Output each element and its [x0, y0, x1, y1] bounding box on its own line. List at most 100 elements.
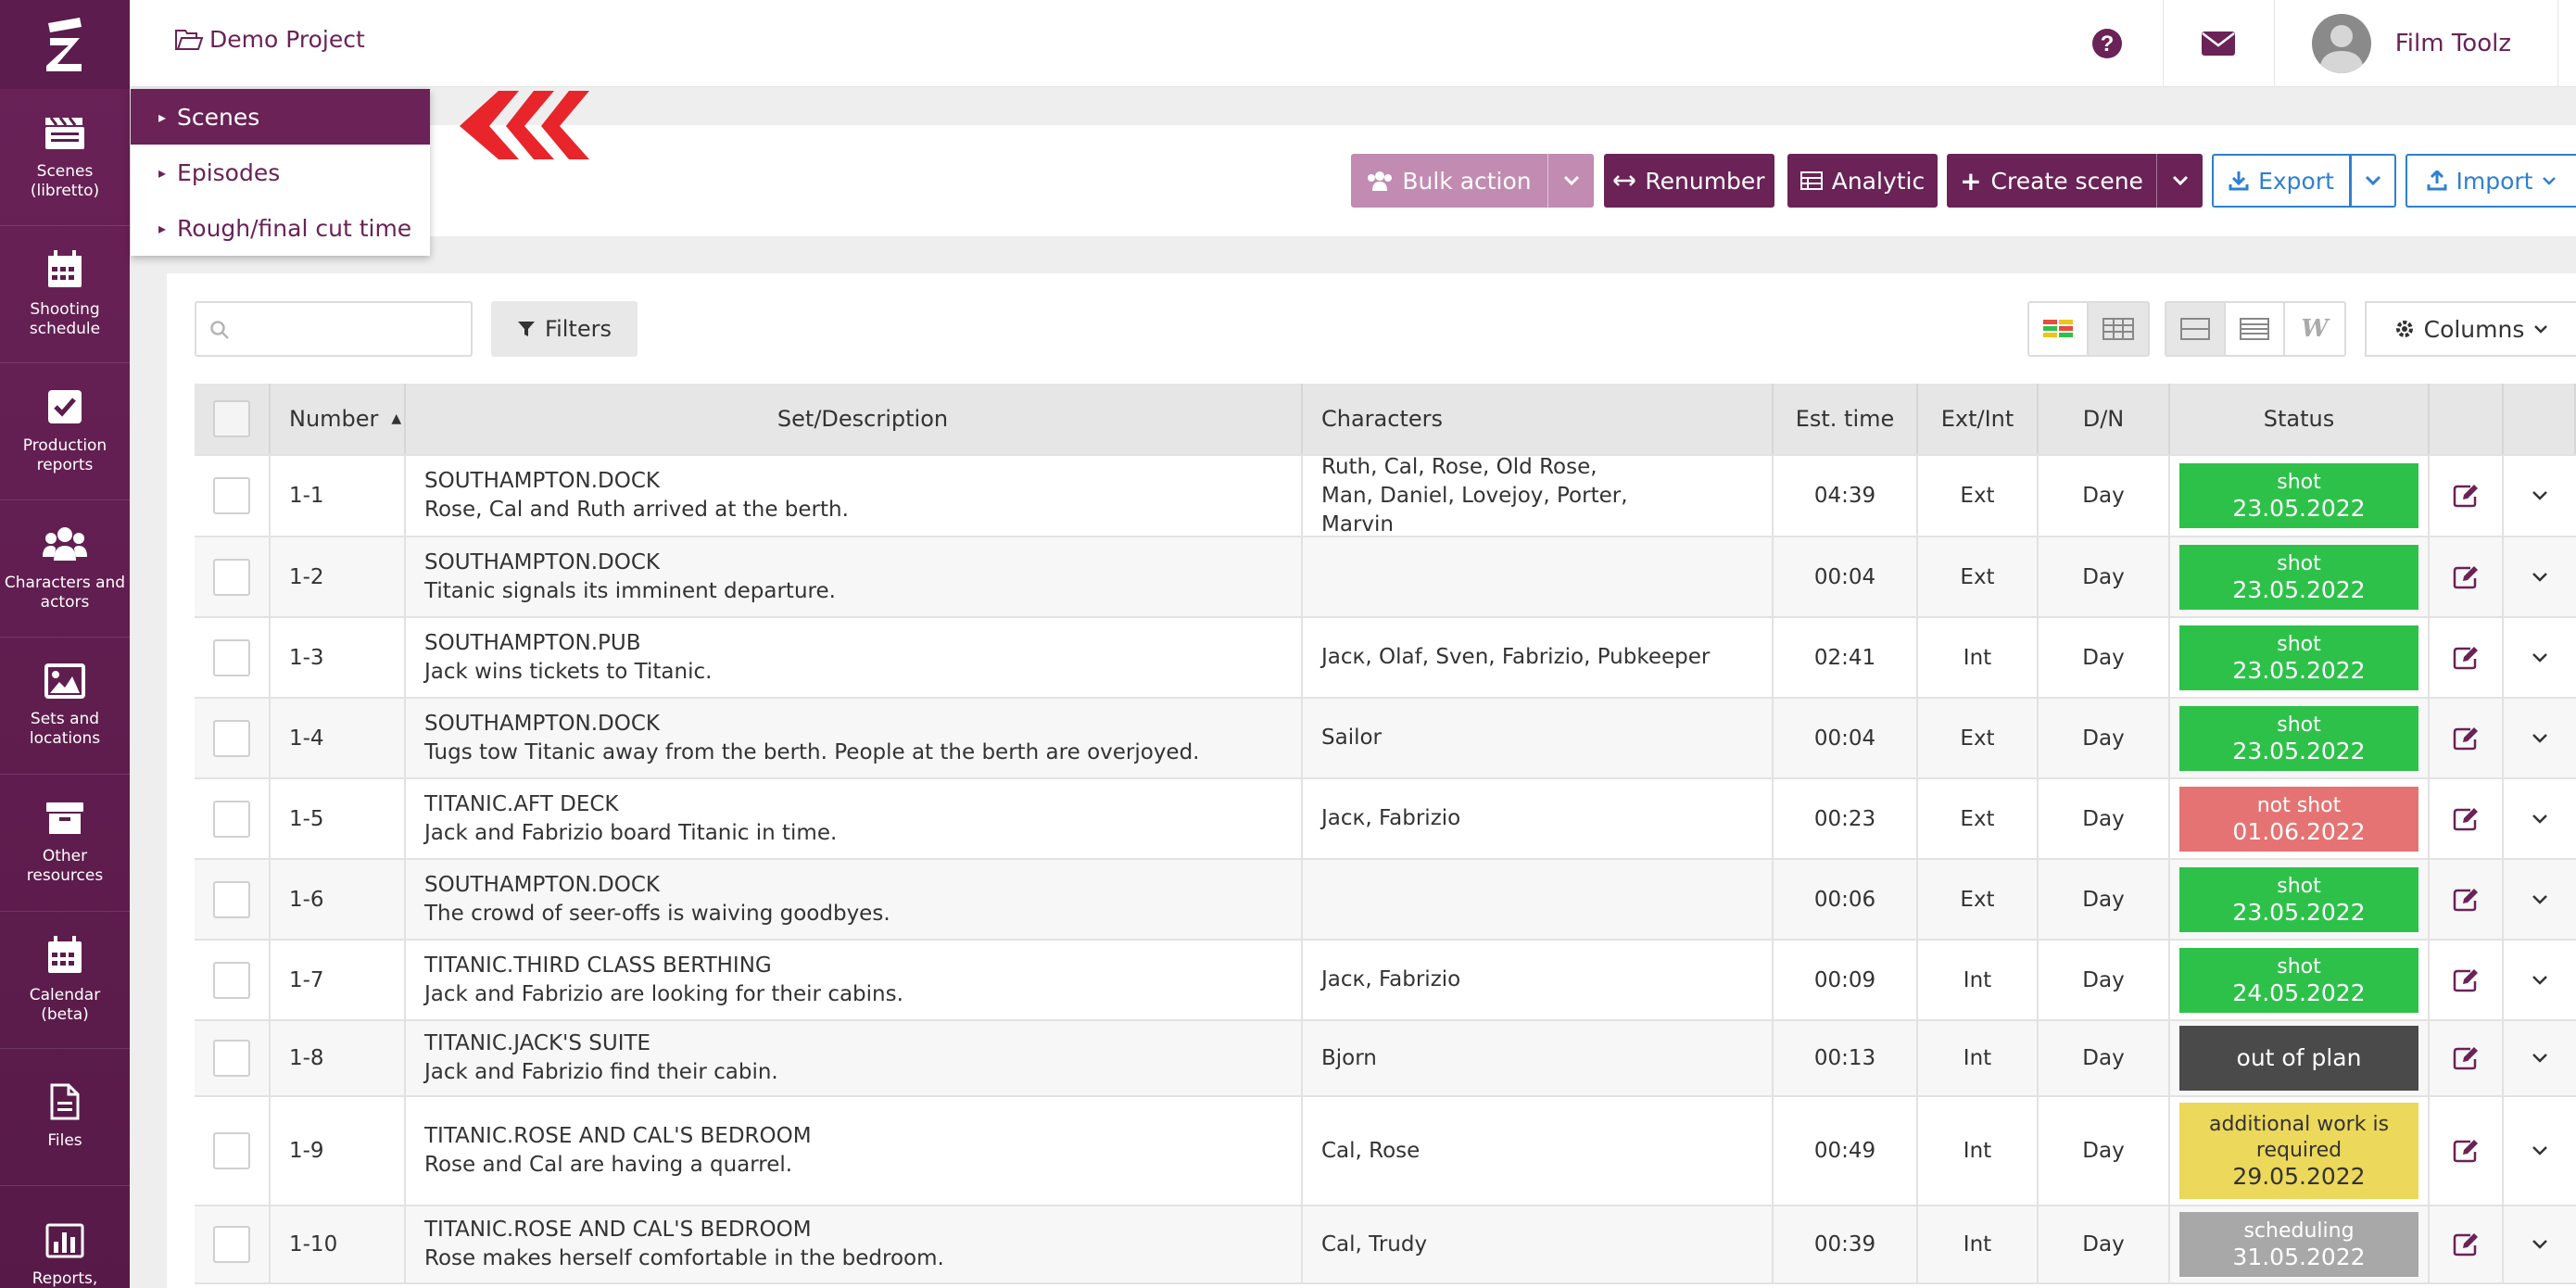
menu-item-rough-final-cut[interactable]: ▸ Rough/final cut time [131, 200, 430, 256]
sidebar-item-production-reports[interactable]: Production reports [0, 363, 130, 500]
table-row[interactable]: 1-7 TITANIC.THIRD CLASS BERTHING Jack and … [195, 941, 2576, 1021]
scene-ext-int: Int [1918, 1206, 2039, 1282]
table-row[interactable]: 1-1 SOUTHAMPTON.DOCK Rose, Cal and Ruth ar… [195, 455, 2576, 537]
scene-day-night: Day [2039, 456, 2170, 536]
table-row[interactable]: 1-9 TITANIC.ROSE AND CAL'S BEDROOM Rose an… [195, 1097, 2576, 1206]
edit-icon[interactable] [2452, 726, 2480, 751]
row-checkbox[interactable] [213, 558, 250, 596]
edit-icon[interactable] [2452, 1232, 2480, 1256]
columns-button[interactable]: Columns [2365, 301, 2576, 357]
edit-icon[interactable] [2452, 484, 2480, 508]
sidebar-item-calendar[interactable]: Calendar (beta) [0, 912, 130, 1049]
chevron-down-icon[interactable] [2532, 733, 2548, 744]
help-button[interactable]: ? [2052, 0, 2163, 87]
clapperboard-icon [45, 116, 84, 149]
table-row[interactable]: 1-8 TITANIC.JACK'S SUITE Jack and Fabrizio… [195, 1021, 2576, 1097]
chevron-down-icon[interactable] [2532, 490, 2548, 501]
renumber-button[interactable]: Renumber [1604, 154, 1774, 208]
chevron-down-icon[interactable] [2532, 894, 2548, 905]
row-checkbox[interactable] [213, 719, 250, 757]
row-checkbox[interactable] [213, 477, 250, 514]
header-number[interactable]: Number ▲ [271, 384, 406, 454]
menu-item-scenes[interactable]: ▸ Scenes [131, 89, 430, 145]
sidebar-item-characters[interactable]: Characters and actors [0, 500, 130, 638]
search-input[interactable] [195, 301, 473, 357]
status-badge[interactable]: shot 23.05.2022 [2179, 705, 2418, 771]
export-button[interactable]: Export [2212, 154, 2351, 208]
filters-button[interactable]: Filters [491, 301, 638, 357]
chevron-down-icon[interactable] [2532, 652, 2548, 663]
edit-icon[interactable] [2452, 1046, 2480, 1070]
edit-icon[interactable] [2452, 888, 2480, 912]
compact-rows-button[interactable] [2226, 303, 2285, 355]
sidebar-item-shooting-schedule[interactable]: Shooting schedule [0, 226, 130, 363]
table-row[interactable]: 1-6 SOUTHAMPTON.DOCK The crowd of seer-off… [195, 860, 2576, 941]
edit-icon[interactable] [2452, 646, 2480, 670]
project-selector[interactable]: Demo Project [174, 26, 365, 53]
chevron-down-icon[interactable] [2532, 1053, 2548, 1064]
table-row[interactable]: 1-4 SOUTHAMPTON.DOCK Tugs tow Titanic away… [195, 699, 2576, 779]
wrap-text-button[interactable]: W [2285, 303, 2344, 355]
status-badge[interactable]: not shot 01.06.2022 [2179, 786, 2418, 852]
header-characters[interactable]: Characters [1303, 384, 1774, 454]
table-row[interactable]: 1-2 SOUTHAMPTON.DOCK Titanic signals its i… [195, 537, 2576, 618]
status-badge[interactable]: shot 23.05.2022 [2179, 866, 2418, 932]
edit-icon[interactable] [2452, 807, 2480, 831]
header-time[interactable]: Est. time [1774, 384, 1918, 454]
menu-item-episodes[interactable]: ▸ Episodes [131, 145, 430, 200]
sidebar-item-sets[interactable]: Sets and locations [0, 638, 130, 775]
import-button[interactable]: Import [2406, 154, 2576, 208]
sidebar-item-other-resources[interactable]: Other resources [0, 775, 130, 912]
messages-button[interactable] [2162, 0, 2274, 87]
status-badge[interactable]: out of plan [2179, 1026, 2418, 1091]
bulk-action-button[interactable]: Bulk action [1351, 154, 1547, 208]
status-badge[interactable]: shot 23.05.2022 [2179, 625, 2418, 690]
color-grid-view-button[interactable] [2029, 303, 2089, 355]
status-badge[interactable]: shot 24.05.2022 [2179, 947, 2418, 1013]
app-logo[interactable] [0, 0, 130, 89]
select-all-checkbox[interactable] [213, 400, 250, 437]
export-dropdown[interactable] [2350, 154, 2396, 208]
chevron-down-icon[interactable] [2532, 1145, 2548, 1156]
table-row[interactable]: 1-3 SOUTHAMPTON.PUB Jack wins tickets to T… [195, 618, 2576, 699]
bulk-action-dropdown[interactable] [1547, 154, 1594, 208]
row-checkbox[interactable] [213, 961, 250, 999]
status-badge[interactable]: additional work is required 29.05.2022 [2179, 1103, 2418, 1199]
table-row[interactable]: 1-10 TITANIC.ROSE AND CAL'S BEDROOM Rose m… [195, 1206, 2576, 1284]
row-checkbox[interactable] [213, 880, 250, 918]
scene-set: TITANIC.ROSE AND CAL'S BEDROOM [424, 1218, 812, 1242]
header-dn[interactable]: D/N [2039, 384, 2170, 454]
scene-set-cell: SOUTHAMPTON.DOCK Titanic signals its immi… [406, 537, 1303, 616]
chevron-down-icon[interactable] [2532, 1239, 2548, 1250]
plain-grid-view-button[interactable] [2089, 303, 2148, 355]
header-set[interactable]: Set/Description [406, 384, 1303, 454]
chevron-down-icon[interactable] [2532, 975, 2548, 986]
edit-icon[interactable] [2452, 1139, 2480, 1163]
ext-text: Ext [1960, 484, 1995, 508]
sidebar-item-reports[interactable]: Reports, analytics [0, 1186, 130, 1288]
edit-icon[interactable] [2452, 968, 2480, 992]
sidebar-item-files[interactable]: Files [0, 1049, 130, 1186]
status-text: shot [2277, 954, 2321, 979]
status-badge[interactable]: shot 23.05.2022 [2179, 544, 2418, 610]
edit-icon[interactable] [2452, 565, 2480, 589]
wide-rows-button[interactable] [2166, 303, 2226, 355]
row-checkbox[interactable] [213, 1226, 250, 1263]
header-ext[interactable]: Ext/Int [1918, 384, 2039, 454]
chevron-down-icon[interactable] [2532, 814, 2548, 825]
status-badge[interactable]: scheduling 31.05.2022 [2179, 1212, 2418, 1277]
row-checkbox[interactable] [213, 1040, 250, 1077]
row-checkbox[interactable] [213, 1132, 250, 1169]
sidebar-item-scenes[interactable]: Scenes (libretto) [0, 89, 130, 226]
scene-description: Titanic signals its imminent departure. [424, 578, 836, 603]
row-checkbox[interactable] [213, 800, 250, 838]
table-row[interactable]: 1-5 TITANIC.AFT DECK Jack and Fabrizio boa… [195, 779, 2576, 860]
create-scene-button[interactable]: + Create scene [1947, 154, 2156, 208]
analytic-button[interactable]: Analytic [1787, 154, 1938, 208]
header-status[interactable]: Status [2170, 384, 2430, 454]
row-checkbox[interactable] [213, 638, 250, 676]
chevron-down-icon[interactable] [2532, 572, 2548, 583]
user-menu[interactable]: Film Toolz [2273, 0, 2557, 87]
create-scene-dropdown[interactable] [2156, 154, 2203, 208]
status-badge[interactable]: shot 23.05.2022 [2179, 463, 2418, 528]
